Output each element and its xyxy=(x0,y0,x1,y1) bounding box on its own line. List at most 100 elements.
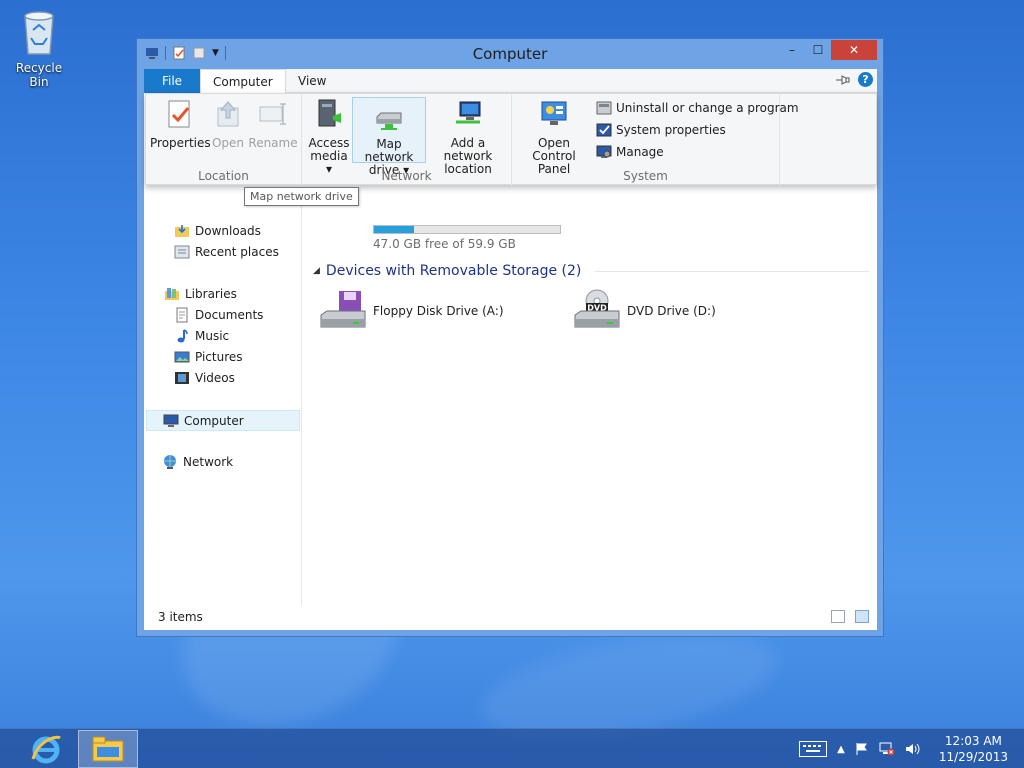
nav-label: Documents xyxy=(195,308,264,322)
button-label: Map network xyxy=(364,137,414,164)
button-label: Manage xyxy=(616,145,664,159)
libraries-icon xyxy=(165,288,179,300)
tab-file[interactable]: File xyxy=(144,69,200,93)
nav-item-downloads[interactable]: Downloads xyxy=(174,223,261,239)
nav-label: Music xyxy=(195,329,230,343)
clock[interactable]: 12:03 AM 11/29/2013 xyxy=(939,733,1008,765)
nav-label: Recent places xyxy=(195,245,279,259)
nav-item-documents[interactable]: Documents xyxy=(174,307,263,323)
volume-icon[interactable] xyxy=(905,742,921,756)
ribbon-tab-bar: File Computer View ? xyxy=(144,69,877,94)
videos-icon xyxy=(175,372,189,384)
properties-icon xyxy=(168,100,190,128)
open-icon xyxy=(217,101,239,127)
dvd-drive-icon: DVD xyxy=(574,289,620,328)
drive-dvd[interactable]: DVD DVD Drive (D:) xyxy=(571,289,716,333)
large-icons-view-button[interactable] xyxy=(855,610,869,623)
capacity-bar-fill xyxy=(374,226,414,233)
system-properties-button[interactable]: System properties xyxy=(596,122,726,138)
window-title: Computer xyxy=(472,45,548,63)
details-view-button[interactable] xyxy=(831,610,845,623)
manage-button[interactable]: Manage xyxy=(596,144,664,160)
access-media-button[interactable]: Access media ▾ xyxy=(308,98,350,176)
open-control-panel-button[interactable]: Open Control Panel xyxy=(516,98,592,176)
computer-icon xyxy=(163,414,179,427)
close-button[interactable]: ✕ xyxy=(831,40,877,60)
map-network-drive-tooltip: Map network drive xyxy=(244,187,359,206)
tab-view[interactable]: View xyxy=(286,69,338,93)
nav-item-pictures[interactable]: Pictures xyxy=(174,349,243,365)
nav-item-music[interactable]: Music xyxy=(174,328,229,344)
button-label: Properties xyxy=(150,136,211,150)
button-label: System properties xyxy=(616,123,726,137)
system-properties-icon xyxy=(596,123,612,137)
drive-label: Floppy Disk Drive (A:) xyxy=(373,304,504,318)
nav-item-videos[interactable]: Videos xyxy=(174,370,235,386)
add-network-location-button[interactable]: Add a network location xyxy=(428,98,508,176)
manage-icon xyxy=(596,145,612,158)
nav-label: Downloads xyxy=(195,224,261,238)
capacity-bar xyxy=(373,225,561,234)
button-label: Uninstall or change a program xyxy=(616,101,799,115)
recycle-bin-desktop-icon[interactable]: Recycle Bin xyxy=(6,6,72,89)
help-icon[interactable]: ? xyxy=(858,72,873,87)
taskbar-internet-explorer[interactable] xyxy=(24,732,68,766)
free-space-text: 47.0 GB free of 59.9 GB xyxy=(373,237,516,251)
taskbar: ▲ 12:03 AM 11/29/2013 xyxy=(0,728,1024,768)
drive-floppy[interactable]: Floppy Disk Drive (A:) xyxy=(317,289,504,333)
nav-item-libraries[interactable]: Libraries xyxy=(164,286,237,302)
properties-button[interactable]: Properties xyxy=(150,98,211,150)
item-count: 3 items xyxy=(158,610,203,624)
recycle-bin-icon xyxy=(24,11,54,55)
show-hidden-icons-icon[interactable]: ▲ xyxy=(837,744,845,755)
map-network-drive-button[interactable]: Map network drive ▾ xyxy=(352,97,426,177)
network-disconnected-icon[interactable] xyxy=(879,742,895,756)
floppy-drive-icon xyxy=(320,291,366,328)
group-divider xyxy=(595,270,869,272)
nav-item-recent-places[interactable]: Recent places xyxy=(174,244,279,260)
network-icon xyxy=(164,455,176,469)
ribbon-group-location: Properties Open Rename Location xyxy=(146,94,302,186)
taskbar-file-explorer[interactable] xyxy=(78,730,138,768)
nav-label: Videos xyxy=(195,371,235,385)
map-network-drive-icon xyxy=(376,112,402,130)
local-disk-capacity: 47.0 GB free of 59.9 GB xyxy=(373,225,561,251)
drive-label: DVD Drive (D:) xyxy=(627,304,716,318)
nav-item-computer[interactable]: Computer xyxy=(146,410,300,431)
ribbon-computer-panel: Properties Open Rename Location Access m… xyxy=(145,93,877,186)
nav-label: Pictures xyxy=(195,350,243,364)
internet-explorer-icon xyxy=(31,735,61,764)
music-icon xyxy=(177,329,188,343)
status-bar: 3 items xyxy=(144,605,877,630)
collapse-chevron-icon[interactable]: ◢ xyxy=(313,266,320,276)
uninstall-program-button[interactable]: Uninstall or change a program xyxy=(596,100,799,116)
nav-label: Computer xyxy=(184,413,244,428)
group-label: Location xyxy=(198,169,249,183)
clock-time: 12:03 AM xyxy=(944,734,1002,748)
clock-date: 11/29/2013 xyxy=(938,750,1008,764)
group-title: Devices with Removable Storage (2) xyxy=(325,263,582,279)
maximize-button[interactable]: ☐ xyxy=(805,40,831,60)
tab-computer[interactable]: Computer xyxy=(200,69,286,94)
group-label: System xyxy=(623,169,668,183)
pin-ribbon-icon[interactable] xyxy=(834,74,850,86)
action-center-flag-icon[interactable] xyxy=(855,742,869,756)
add-network-location-icon xyxy=(456,101,481,124)
pictures-icon xyxy=(174,351,190,363)
documents-icon xyxy=(176,307,188,323)
control-panel-icon xyxy=(541,101,567,125)
nav-item-network[interactable]: Network xyxy=(162,454,233,470)
button-label: Rename xyxy=(248,136,298,150)
recent-places-icon xyxy=(174,245,190,259)
button-label: Open xyxy=(211,136,245,150)
button-label: Open Control xyxy=(532,136,576,163)
system-tray: ▲ 12:03 AM 11/29/2013 xyxy=(799,733,1008,765)
minimize-button[interactable]: – xyxy=(779,40,805,60)
group-header-removable[interactable]: ◢ Devices with Removable Storage (2) xyxy=(313,263,869,279)
touch-keyboard-icon[interactable] xyxy=(799,741,828,757)
uninstall-icon xyxy=(596,101,612,115)
ribbon-group-network: Access media ▾ Map network drive ▾ Add a… xyxy=(302,94,512,186)
open-button[interactable]: Open xyxy=(208,98,248,150)
title-bar[interactable]: ▼ Computer – ☐ ✕ xyxy=(137,39,883,69)
rename-button[interactable]: Rename xyxy=(248,98,298,150)
